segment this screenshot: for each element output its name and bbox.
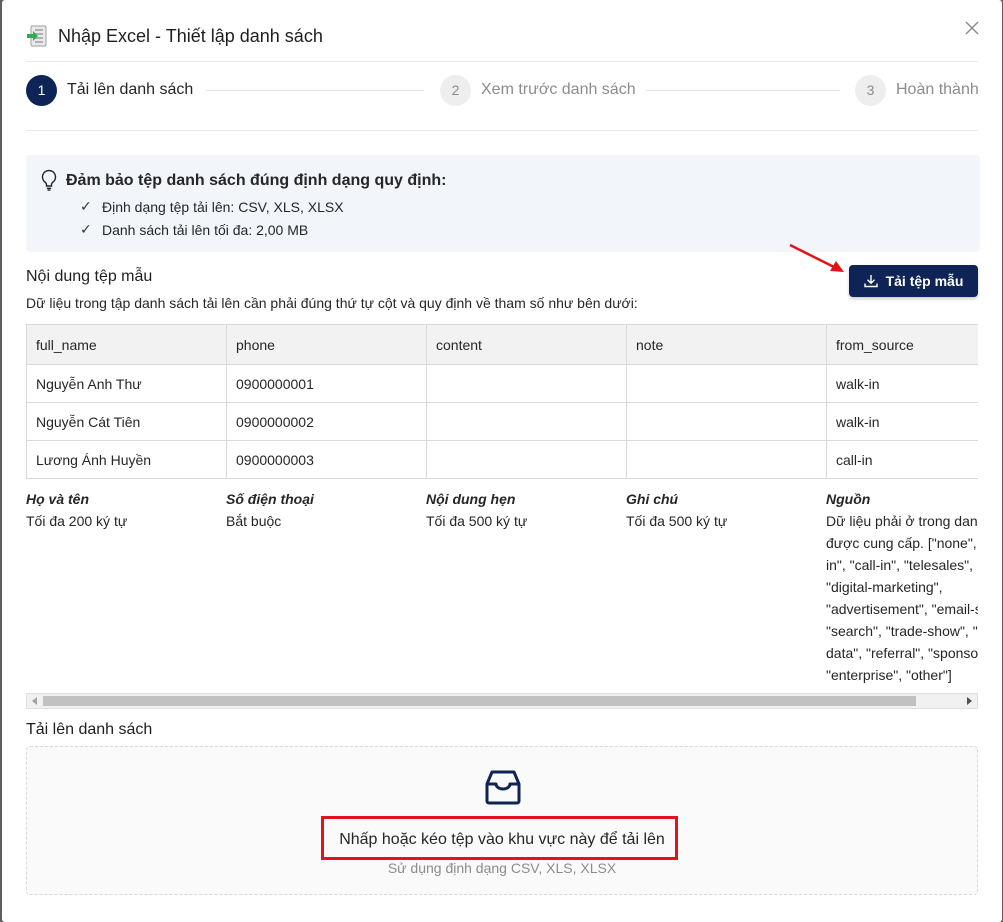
red-box-annotation — [321, 816, 678, 860]
table-row: Lương Ánh Huyền 0900000003 call-in — [26, 440, 978, 479]
check-icon: ✓ — [80, 221, 92, 237]
column-rule-text: được cung cấp. ["none", — [826, 535, 977, 551]
table-cell: 0900000002 — [226, 402, 427, 441]
step-3-label: Hoàn thành — [896, 81, 979, 98]
column-rule: Ghi chú Tối đa 500 ký tự — [626, 488, 826, 532]
step-2-label: Xem trước danh sách — [481, 81, 636, 98]
step-connector — [206, 90, 424, 91]
horizontal-scrollbar[interactable] — [26, 693, 978, 709]
template-description: Dữ liệu trong tập danh sách tải lên cần … — [26, 295, 638, 311]
excel-import-icon — [26, 25, 48, 47]
red-arrow-annotation — [789, 243, 844, 272]
table-cell — [626, 440, 827, 479]
column-rule-title: Nội dung hẹn — [426, 491, 516, 507]
upload-section-title: Tải lên danh sách — [26, 721, 153, 738]
column-rule-text: in", "call-in", "telesales", — [826, 557, 974, 573]
download-template-label: Tải tệp mẫu — [885, 273, 964, 289]
table-cell: 0900000003 — [226, 440, 427, 479]
table-cell: Nguyễn Cát Tiên — [26, 402, 227, 441]
scroll-right-icon[interactable] — [967, 697, 972, 705]
step-1-number: 1 — [26, 74, 57, 106]
column-header: full_name — [26, 324, 227, 365]
import-excel-dialog: Nhập Excel - Thiết lập danh sách 1 Tải l… — [2, 0, 1002, 922]
column-rule-text: "search", "trade-show", " — [826, 623, 978, 639]
dialog-header: Nhập Excel - Thiết lập danh sách — [26, 22, 323, 50]
check-icon: ✓ — [80, 198, 92, 214]
column-rule-text: "digital-marketing", — [826, 579, 943, 595]
table-cell: Nguyễn Anh Thư — [26, 364, 227, 403]
column-rule-title: Nguồn — [826, 491, 871, 507]
header-divider — [26, 61, 978, 62]
table-cell — [626, 364, 827, 403]
download-template-button[interactable]: Tải tệp mẫu — [849, 265, 978, 297]
step-2: 2 Xem trước danh sách — [440, 74, 636, 106]
step-2-number: 2 — [440, 74, 471, 106]
column-rule-title: Số điện thoại — [226, 491, 314, 507]
scroll-left-icon[interactable] — [32, 697, 37, 705]
table-cell: walk-in — [826, 402, 978, 441]
column-rule: Nguồn Dữ liệu phải ở trong dan được cung… — [826, 488, 978, 686]
steps-divider — [26, 130, 978, 131]
step-3-number: 3 — [855, 74, 886, 106]
column-rule-text: "advertisement", "email-s — [826, 601, 978, 617]
column-rule-title: Ghi chú — [626, 491, 679, 507]
inbox-icon — [485, 768, 521, 806]
close-button[interactable] — [962, 18, 982, 38]
file-dropzone[interactable]: Nhấp hoặc kéo tệp vào khu vực này để tải… — [26, 746, 978, 895]
step-3: 3 Hoàn thành — [855, 74, 979, 106]
column-rule-text: data", "referral", "sponso — [826, 645, 978, 661]
template-table: full_name phone content note from_source… — [26, 324, 978, 479]
column-rule-text: Dữ liệu phải ở trong dan — [826, 513, 978, 529]
lightbulb-icon — [40, 169, 58, 191]
dialog-title: Nhập Excel - Thiết lập danh sách — [58, 25, 323, 46]
close-icon — [965, 21, 979, 35]
column-rule: Họ và tên Tối đa 200 ký tự — [26, 488, 226, 532]
step-connector — [646, 90, 840, 91]
table-cell: call-in — [826, 440, 978, 479]
column-rule-text: Tối đa 500 ký tự — [626, 513, 728, 529]
stepper: 1 Tải lên danh sách 2 Xem trước danh sác… — [26, 74, 980, 106]
column-rule: Số điện thoại Bắt buộc — [226, 488, 426, 532]
table-cell: Lương Ánh Huyền — [26, 440, 227, 479]
column-rule-text: Bắt buộc — [226, 513, 282, 529]
notice-item: ✓ Danh sách tải lên tối đa: 2,00 MB — [80, 221, 308, 238]
download-icon — [863, 275, 878, 288]
scrollbar-thumb[interactable] — [43, 696, 916, 706]
table-cell — [426, 364, 627, 403]
dropzone-sub-text: Sử dụng định dạng CSV, XLS, XLSX — [387, 860, 617, 876]
column-header: phone — [226, 324, 427, 365]
template-section-title: Nội dung tệp mẫu — [26, 268, 153, 285]
notice-item-text: Danh sách tải lên tối đa: 2,00 MB — [102, 221, 309, 238]
table-cell: walk-in — [826, 364, 978, 403]
notice-title: Đảm bảo tệp danh sách đúng định dạng quy… — [66, 172, 447, 189]
column-rule-title: Họ và tên — [26, 491, 90, 507]
template-table-scroll-area[interactable]: full_name phone content note from_source… — [26, 324, 978, 710]
table-cell — [426, 402, 627, 441]
column-header: note — [626, 324, 827, 365]
table-cell: 0900000001 — [226, 364, 427, 403]
step-1: 1 Tải lên danh sách — [26, 74, 193, 106]
column-rule: Nội dung hẹn Tối đa 500 ký tự — [426, 488, 626, 532]
notice-item-text: Định dạng tệp tải lên: CSV, XLS, XLSX — [102, 198, 344, 215]
column-rule-text: Tối đa 200 ký tự — [26, 513, 128, 529]
table-row: Nguyễn Anh Thư 0900000001 walk-in — [26, 364, 978, 403]
table-cell — [626, 402, 827, 441]
column-header: content — [426, 324, 627, 365]
table-row: Nguyễn Cát Tiên 0900000002 walk-in — [26, 402, 978, 441]
step-1-label: Tải lên danh sách — [67, 81, 194, 98]
column-rule-text: Tối đa 500 ký tự — [426, 513, 528, 529]
notice-item: ✓ Định dạng tệp tải lên: CSV, XLS, XLSX — [80, 198, 344, 215]
table-cell — [426, 440, 627, 479]
format-notice: Đảm bảo tệp danh sách đúng định dạng quy… — [26, 155, 980, 252]
table-header-row: full_name phone content note from_source — [26, 324, 978, 365]
column-header: from_source — [826, 324, 978, 365]
column-rule-text: "enterprise", "other"] — [826, 667, 952, 683]
